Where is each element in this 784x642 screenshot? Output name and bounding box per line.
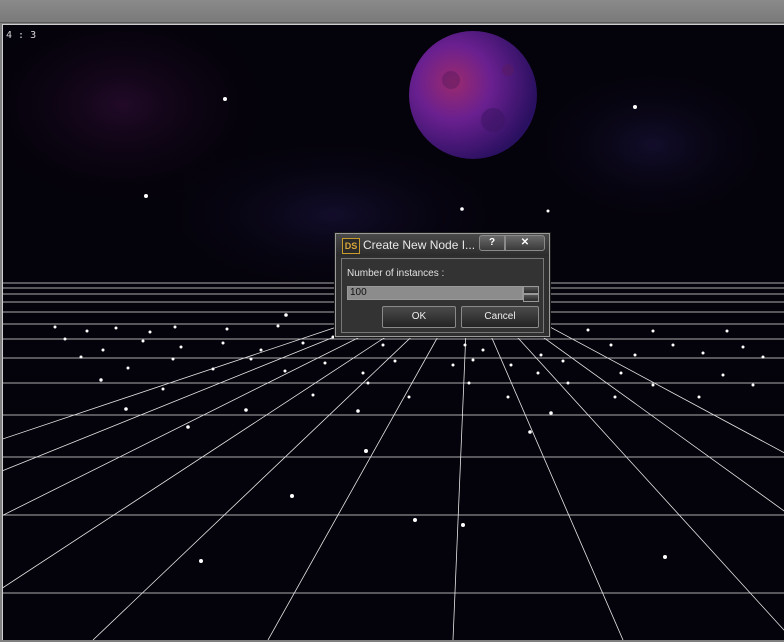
create-node-instances-dialog: DS Create New Node I... ? ✕ Number of in… <box>335 233 550 337</box>
viewport-header-bar <box>0 0 784 23</box>
spin-up-button[interactable] <box>523 286 539 294</box>
moon <box>409 31 537 159</box>
instances-count-input[interactable] <box>347 286 523 300</box>
dialog-title: Create New Node I... <box>363 238 476 252</box>
spin-down-button[interactable] <box>523 294 539 302</box>
aspect-ratio-label: 4 : 3 <box>6 30 37 41</box>
cancel-button[interactable]: Cancel <box>461 306 539 328</box>
instances-field-label: Number of instances : <box>347 268 445 279</box>
dialog-content-panel: Number of instances : OK Cancel <box>341 258 544 333</box>
daz-studio-logo-icon: DS <box>342 238 360 254</box>
dialog-titlebar[interactable]: DS Create New Node I... ? ✕ <box>336 234 549 256</box>
help-button[interactable]: ? <box>479 235 505 251</box>
instance-points <box>53 313 765 563</box>
nebula-cloud <box>513 55 784 235</box>
close-button[interactable]: ✕ <box>505 235 545 251</box>
ok-button[interactable]: OK <box>382 306 456 328</box>
